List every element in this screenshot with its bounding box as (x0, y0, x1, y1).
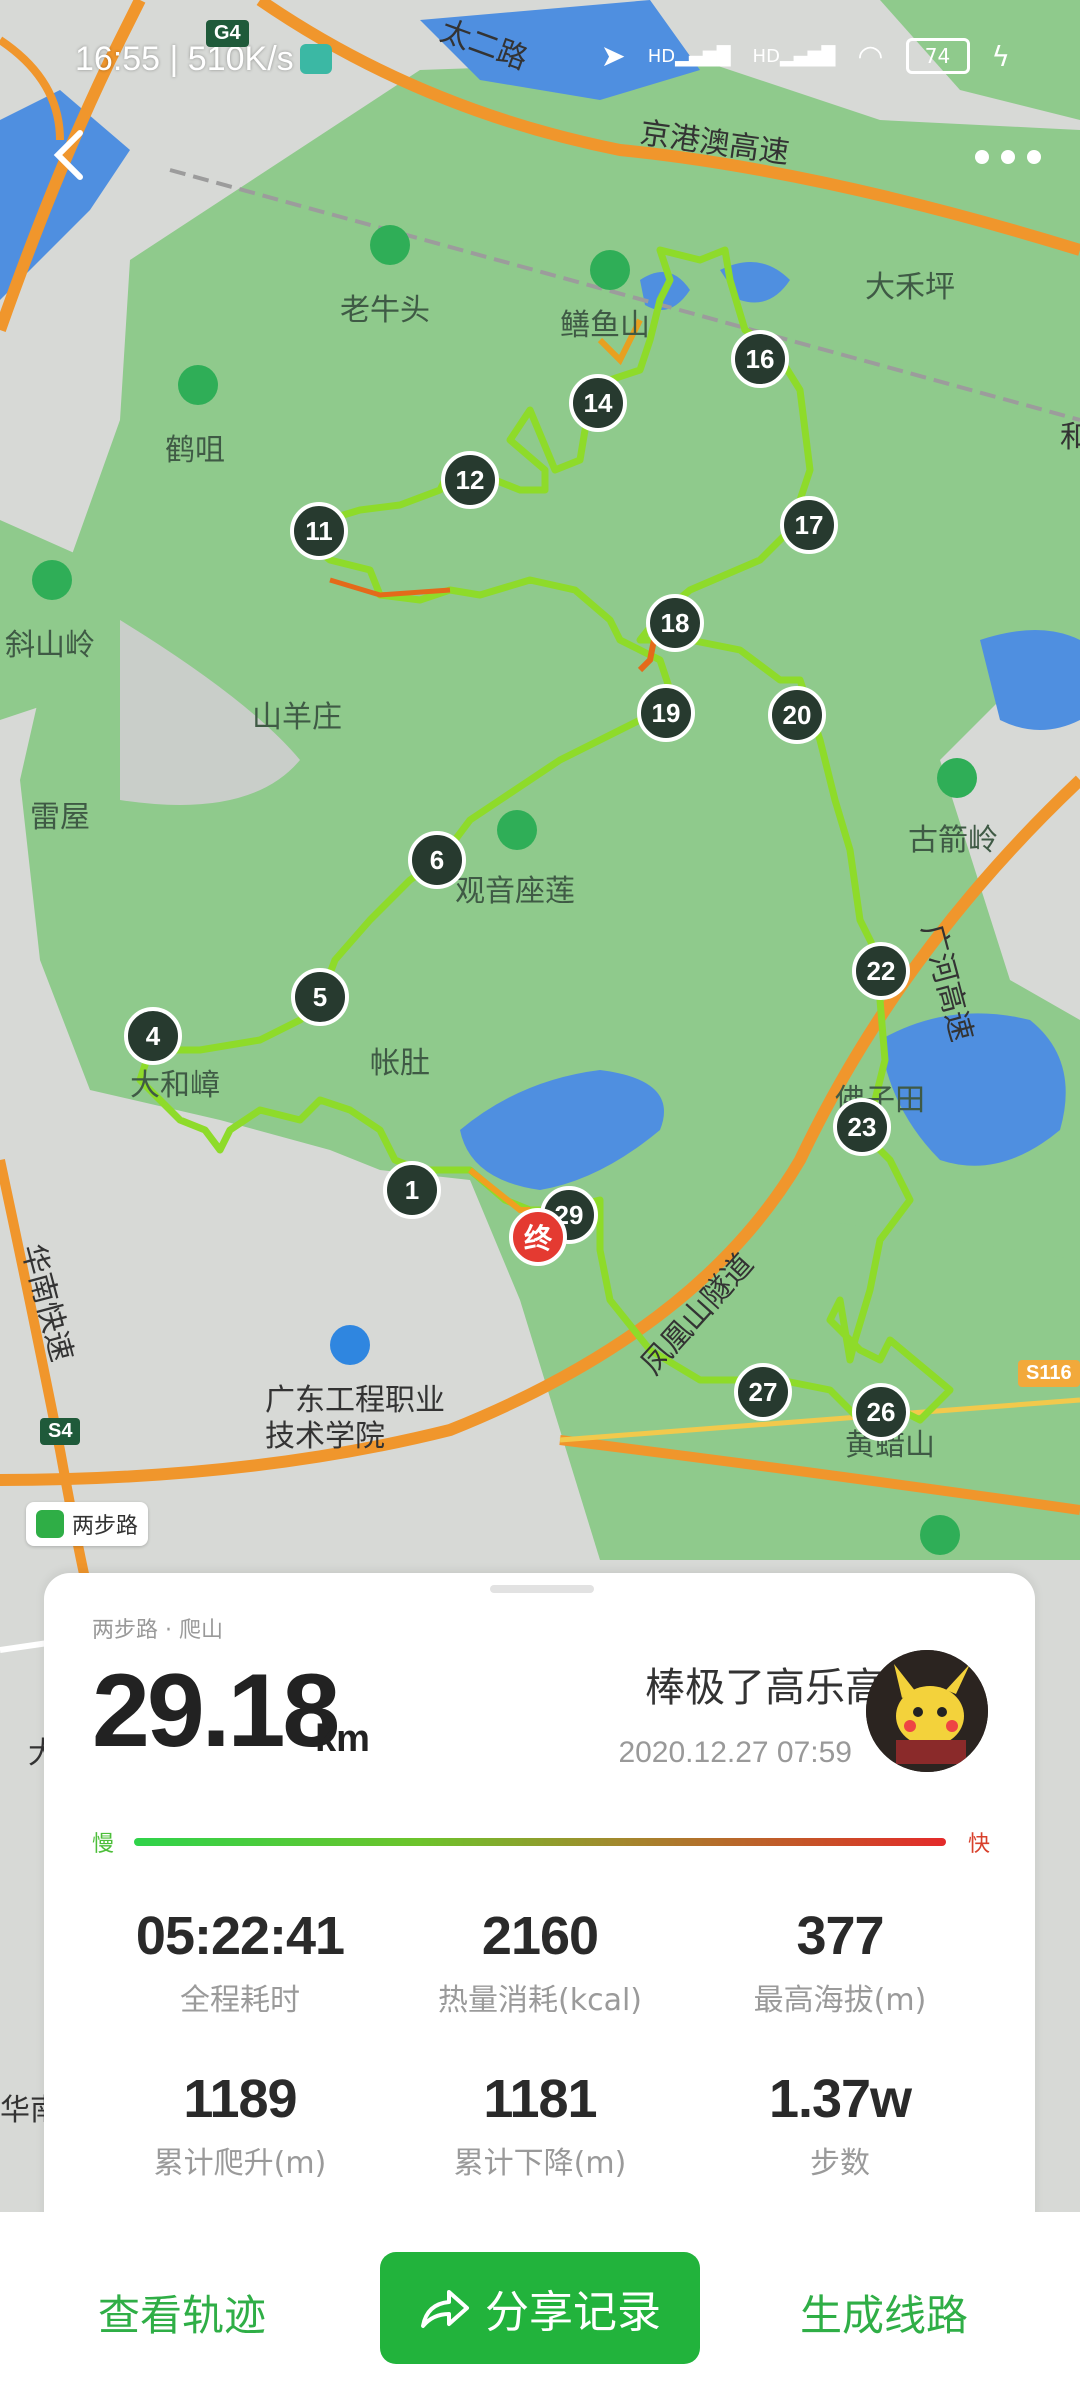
wifi-icon: ◠ (857, 38, 884, 74)
share-record-button[interactable]: 分享记录 (380, 2252, 700, 2364)
track-marker[interactable]: 20 (768, 686, 826, 744)
place-label: 古箭岭 (908, 823, 998, 858)
track-marker[interactable]: 6 (408, 831, 466, 889)
chevron-left-icon (53, 130, 83, 180)
drag-handle[interactable] (490, 1585, 594, 1593)
distance-unit: km (315, 1718, 370, 1760)
back-button[interactable] (40, 125, 100, 185)
track-marker[interactable]: 16 (731, 330, 789, 388)
more-dots-icon (975, 150, 989, 164)
track-marker[interactable]: 22 (852, 942, 910, 1000)
stat-duration: 05:22:41 全程耗时 (75, 1905, 405, 2019)
place-label: 鳝鱼山 (560, 308, 650, 343)
place-label: 雷屋 (30, 800, 90, 835)
place-label: 观音座莲 (455, 874, 575, 909)
road-shield: S116 (1018, 1360, 1080, 1387)
stat-label: 累计下降(m) (453, 2146, 627, 2181)
signal-icon-2: HD▂▄▆█ (752, 45, 836, 67)
avatar[interactable] (866, 1650, 988, 1772)
road-shield: G4 (206, 20, 249, 47)
stat-descent: 1181 累计下降(m) (375, 2068, 705, 2182)
stat-label: 累计爬升(m) (153, 2146, 327, 2181)
more-button[interactable] (975, 150, 1045, 170)
school-label: 广东工程职业技术学院 (265, 1383, 445, 1454)
track-marker[interactable]: 17 (780, 496, 838, 554)
charging-icon: ϟ (991, 39, 1010, 73)
share-label: 分享记录 (485, 2287, 661, 2338)
username: 棒极了高乐高 (645, 1665, 885, 1711)
app-watermark: 两步路 (26, 1502, 149, 1546)
distance-value: 29.18 (92, 1653, 340, 1769)
stat-label: 热量消耗(kcal) (438, 1983, 642, 2018)
place-label: 鹤咀 (165, 433, 225, 468)
status-bar: 16:55 | 510K/s ➤ HD▂▄▆█ HD▂▄▆█ ◠ 74 ϟ (0, 0, 1080, 110)
status-time: 16:55 | 510K/s (75, 40, 294, 78)
signal-icon: HD▂▄▆█ (647, 45, 731, 67)
track-marker[interactable]: 23 (833, 1098, 891, 1156)
avatar-image (866, 1650, 988, 1772)
track-marker[interactable]: 12 (441, 451, 499, 509)
stat-value: 1189 (183, 2069, 297, 2129)
place-label: 斜山岭 (5, 628, 95, 663)
view-track-button[interactable]: 查看轨迹 (98, 2282, 266, 2343)
track-marker[interactable]: 11 (290, 502, 348, 560)
stat-label: 最高海拔(m) (753, 1983, 927, 2018)
end-marker[interactable]: 终 (509, 1208, 567, 1266)
stat-value: 377 (796, 1906, 884, 1966)
stat-value: 05:22:41 (135, 1906, 345, 1966)
stat-value: 1.37w (768, 2069, 912, 2129)
notification-icon (300, 44, 332, 74)
place-label: 山羊庄 (252, 700, 342, 735)
stat-max-altitude: 377 最高海拔(m) (675, 1905, 1005, 2019)
road-label: 和 (1060, 420, 1080, 455)
share-icon (421, 2290, 469, 2328)
stat-calories: 2160 热量消耗(kcal) (375, 1905, 705, 2019)
place-label: 老牛头 (340, 293, 430, 328)
track-marker[interactable]: 4 (124, 1007, 182, 1065)
stat-value: 1181 (483, 2069, 597, 2129)
stat-label: 全程耗时 (180, 1983, 300, 2018)
status-icons: ➤ HD▂▄▆█ HD▂▄▆█ ◠ 74 ϟ (601, 38, 1010, 74)
speed-gradient-bar (134, 1838, 946, 1846)
stat-steps: 1.37w 步数 (675, 2068, 1005, 2182)
app-logo-icon (36, 1510, 64, 1538)
battery-icon: 74 (905, 38, 970, 74)
track-marker[interactable]: 19 (637, 684, 695, 742)
place-label: 大禾坪 (865, 270, 955, 305)
activity-category: 两步路 · 爬山 (92, 1618, 223, 1643)
stat-ascent: 1189 累计爬升(m) (75, 2068, 405, 2182)
track-marker[interactable]: 27 (734, 1363, 792, 1421)
track-marker[interactable]: 1 (383, 1161, 441, 1219)
track-marker[interactable]: 18 (646, 594, 704, 652)
track-marker[interactable]: 26 (852, 1383, 910, 1441)
record-datetime: 2020.12.27 07:59 (618, 1736, 852, 1769)
track-marker[interactable]: 14 (569, 374, 627, 432)
speed-fast-label: 快 (968, 1832, 991, 1857)
road-shield: S4 (40, 1418, 81, 1445)
stat-value: 2160 (481, 1906, 599, 1966)
stat-label: 步数 (810, 2146, 870, 2181)
place-label: 大和嶂 (130, 1068, 220, 1103)
speed-slow-label: 慢 (92, 1832, 115, 1857)
track-marker[interactable]: 5 (291, 968, 349, 1026)
place-label: 帐肚 (370, 1046, 430, 1081)
school-pin (330, 1325, 370, 1365)
generate-route-button[interactable]: 生成线路 (800, 2282, 968, 2343)
location-icon: ➤ (600, 38, 626, 74)
